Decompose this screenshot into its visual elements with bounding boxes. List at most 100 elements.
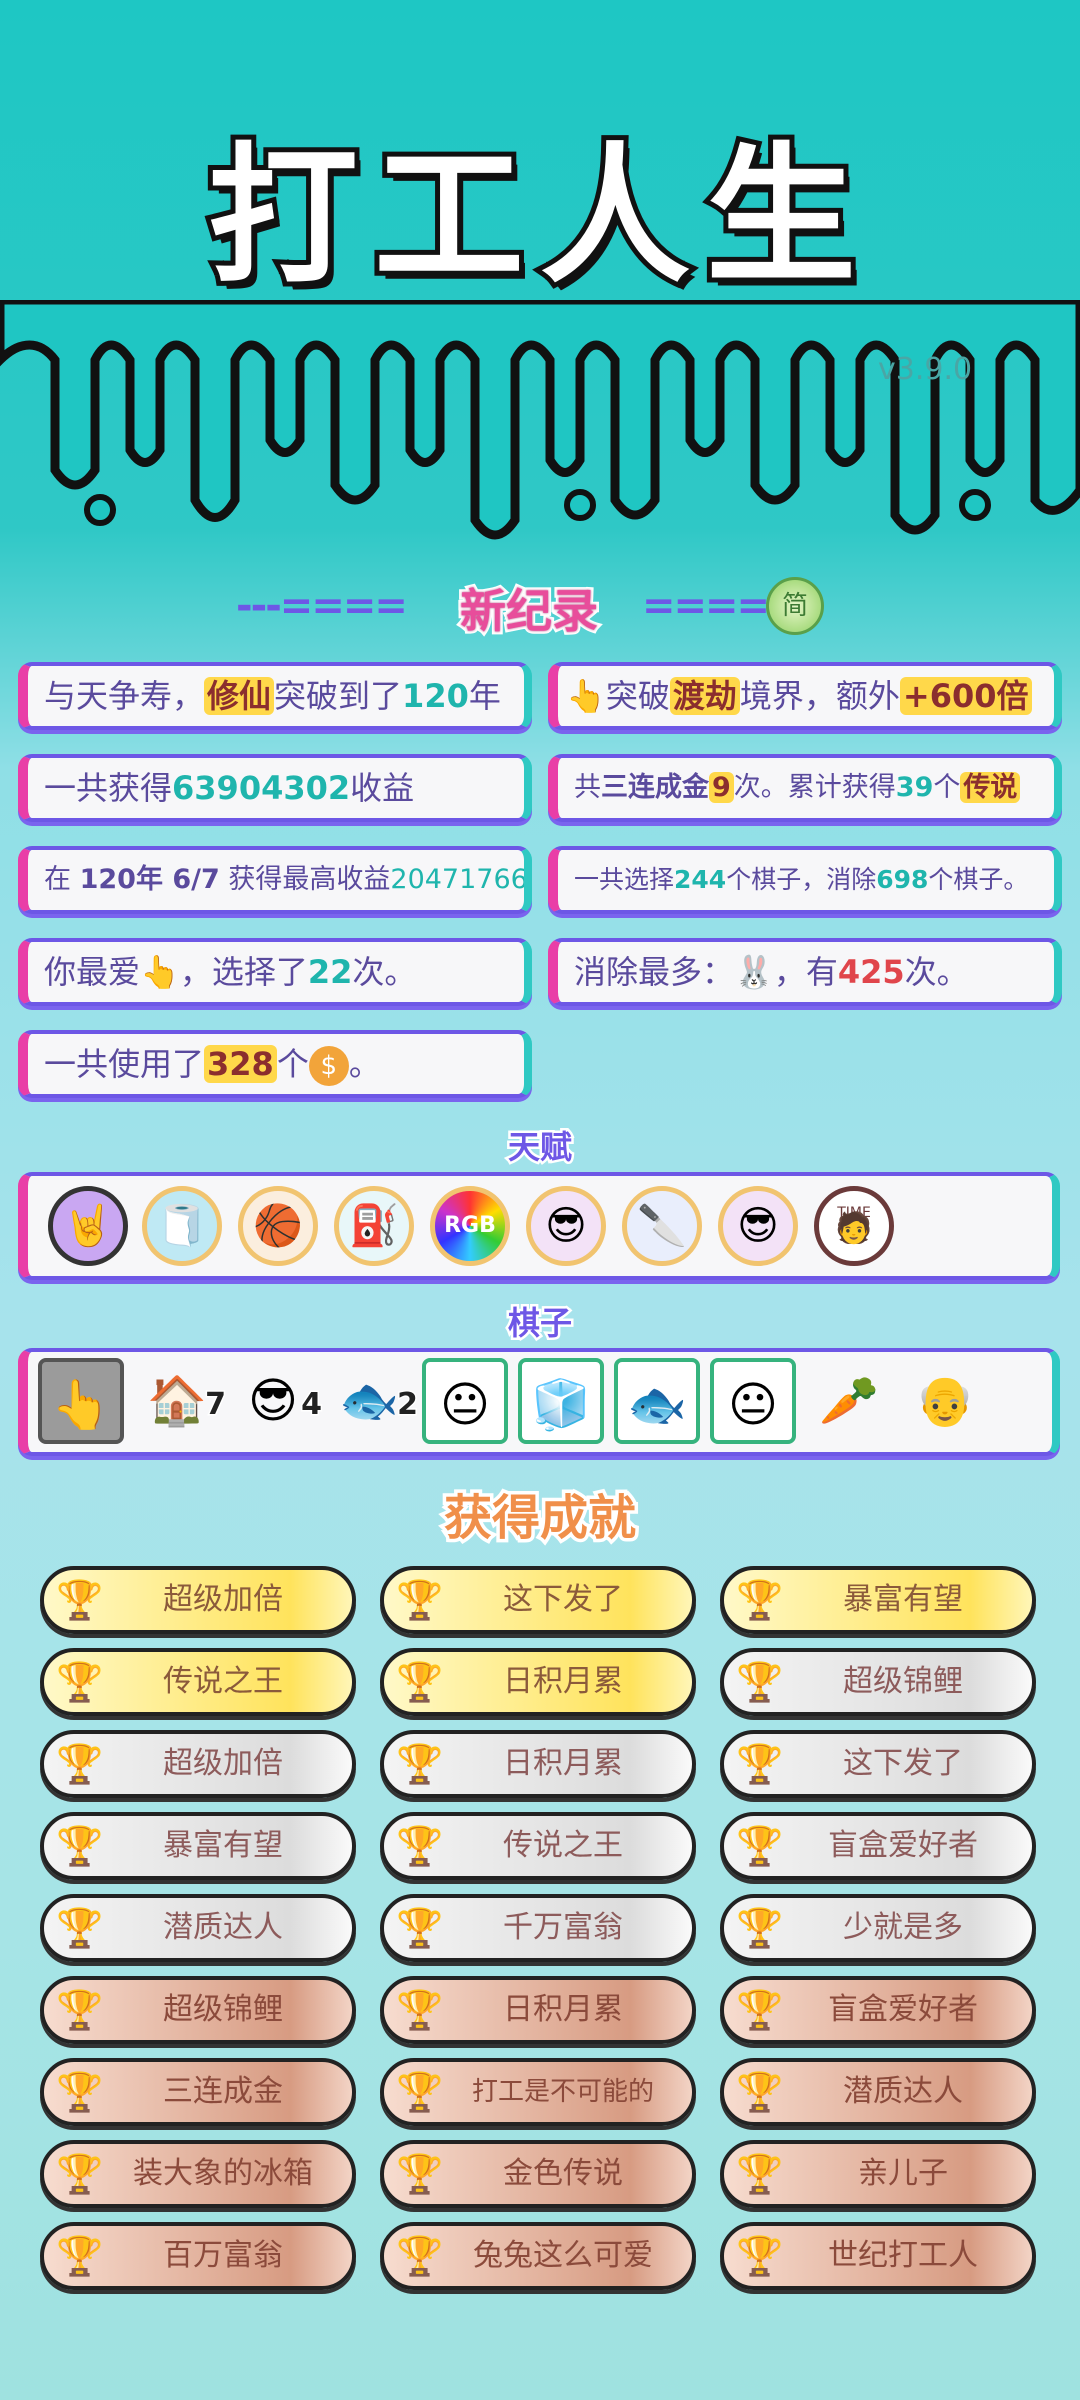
record-value: 20471766 [390, 864, 528, 895]
achievement-label: 三连成金 [163, 2074, 283, 2109]
achievement-badge[interactable]: 🏆 超级加倍 [40, 1566, 356, 1634]
achievement-badge[interactable]: 🏆 金色传说 [380, 2140, 696, 2208]
carrot-icon[interactable]: 🥕 [806, 1358, 892, 1444]
trophy-icon: 🏆 [396, 1578, 444, 1622]
pointing-hand-icon: 👆 [566, 677, 606, 715]
record-text: 次。 [352, 953, 417, 991]
trophy-icon: 🏆 [396, 2070, 444, 2114]
record-highlight: 修仙 [204, 677, 275, 715]
achievement-badge[interactable]: 🏆 百万富翁 [40, 2222, 356, 2290]
record-text: 次。累计获得 [733, 772, 896, 803]
achievement-label: 少就是多 [843, 1910, 963, 1945]
achievement-badge[interactable]: 🏆 超级锦鲤 [720, 1648, 1036, 1716]
worker-face-icon[interactable]: 😐 [422, 1358, 508, 1444]
achievement-badge[interactable]: 🏆 日积月累 [380, 1730, 696, 1798]
achievement-badge[interactable]: 🏆 潜质达人 [720, 2058, 1036, 2126]
record-text: 在 [44, 864, 80, 895]
simplified-toggle-button[interactable]: 简 [766, 577, 824, 635]
record-text: 消除最多： [574, 953, 735, 991]
game-title: 打工人生 [203, 125, 872, 309]
trophy-icon: 🏆 [56, 1660, 104, 1704]
achievement-label: 日积月累 [503, 1664, 623, 1699]
achievement-label: 暴富有望 [163, 1828, 283, 1863]
worker-face-icon[interactable]: 😐 [710, 1358, 796, 1444]
achievement-label: 日积月累 [503, 1746, 623, 1781]
record-value: 244 [674, 865, 727, 894]
record-card-highest-income: 在 120年 6/7 获得最高收益20471766 [18, 846, 532, 914]
achievement-badge[interactable]: 🏆 盲盒爱好者 [720, 1976, 1036, 2044]
achievements-title: 获得成就 [440, 1487, 639, 1550]
trophy-icon: 🏆 [736, 2070, 784, 2114]
achievement-badge[interactable]: 🏆 少就是多 [720, 1894, 1036, 1962]
trophy-icon: 🏆 [56, 1824, 104, 1868]
achievement-badge[interactable]: 🏆 潜质达人 [40, 1894, 356, 1962]
achievement-badge[interactable]: 🏆 传说之王 [380, 1812, 696, 1880]
trophy-icon: 🏆 [56, 1906, 104, 1950]
achievement-label: 日积月累 [503, 1992, 623, 2027]
time-magazine-icon[interactable]: TIME 🧑 [814, 1186, 894, 1266]
achievement-badge[interactable]: 🏆 日积月累 [380, 1976, 696, 2044]
achievement-badge[interactable]: 🏆 装大象的冰箱 [40, 2140, 356, 2208]
trophy-icon: 🏆 [396, 1906, 444, 1950]
achievement-label: 兔兔这么可爱 [473, 2238, 653, 2273]
achievement-badge[interactable]: 🏆 亲儿子 [720, 2140, 1036, 2208]
koi-fish-icon[interactable]: 🐟 [614, 1358, 700, 1444]
koi-fish-icon[interactable]: 🐟 2 [326, 1358, 419, 1444]
achievement-badge[interactable]: 🏆 日积月累 [380, 1648, 696, 1716]
achievement-label: 这下发了 [503, 1582, 623, 1617]
trophy-icon: 🏆 [396, 2152, 444, 2196]
achievement-badge[interactable]: 🏆 暴富有望 [720, 1566, 1036, 1634]
record-value: 328 [204, 1045, 277, 1083]
achievement-badge[interactable]: 🏆 世纪打工人 [720, 2222, 1036, 2290]
sunglasses-cat-icon[interactable]: 😎 [718, 1186, 798, 1266]
tissue-box-icon[interactable]: 🧻 [142, 1186, 222, 1266]
record-highlight: +600倍 [899, 677, 1032, 715]
achievement-badge[interactable]: 🏆 暴富有望 [40, 1812, 356, 1880]
achievement-label: 超级锦鲤 [843, 1664, 963, 1699]
achievement-badge[interactable]: 🏆 千万富翁 [380, 1894, 696, 1962]
trophy-icon: 🏆 [736, 2234, 784, 2278]
achievement-badge[interactable]: 🏆 这下发了 [720, 1730, 1036, 1798]
record-value: 63904302 [172, 769, 351, 807]
achievement-badge[interactable]: 🏆 超级加倍 [40, 1730, 356, 1798]
achievement-badge[interactable]: 🏆 超级锦鲤 [40, 1976, 356, 2044]
record-text: 一共获得 [44, 769, 173, 807]
pointing-hand-icon[interactable]: 👆 [38, 1358, 124, 1444]
record-card-pieces: 一共选择244个棋子，消除698个棋子。 [548, 846, 1062, 914]
basketball-icon[interactable]: 🏀 [238, 1186, 318, 1266]
version-label: v3.9.0 [878, 352, 973, 387]
rabbit-house-icon[interactable]: 🏠 7 [134, 1358, 227, 1444]
old-man-icon[interactable]: 👴 [902, 1358, 988, 1444]
achievement-label: 传说之王 [503, 1828, 623, 1863]
trophy-icon: 🏆 [396, 1988, 444, 2032]
trophy-icon: 🏆 [736, 1578, 784, 1622]
achievement-label: 潜质达人 [843, 2074, 963, 2109]
achievement-badge[interactable]: 🏆 兔兔这么可爱 [380, 2222, 696, 2290]
achievement-badge[interactable]: 🏆 传说之王 [40, 1648, 356, 1716]
record-text: 突破到了 [274, 677, 403, 715]
achievement-badge[interactable]: 🏆 打工是不可能的 [380, 2058, 696, 2126]
record-value: 22 [307, 953, 353, 991]
pump-icon[interactable]: ⛽ [334, 1186, 414, 1266]
talents-label: 天赋 [505, 1126, 574, 1169]
trophy-icon: 🏆 [56, 1742, 104, 1786]
record-card-triple-gold: 共三连成金 9 次。累计获得39个 传说 [548, 754, 1062, 822]
fridge-icon[interactable]: 🧊 [518, 1358, 604, 1444]
rgb-icon[interactable]: RGB [430, 1186, 510, 1266]
pieces-shelf: 👆 🏠 7 😎 4 🐟 2 😐 🧊 🐟 😐 🥕 👴 [18, 1348, 1060, 1456]
achievement-label: 潜质达人 [163, 1910, 283, 1945]
trophy-icon: 🏆 [396, 1824, 444, 1868]
trophy-icon: 🏆 [56, 1988, 104, 2032]
green-cap-guy-icon[interactable]: 😎 4 [230, 1358, 324, 1444]
achievement-label: 装大象的冰箱 [133, 2156, 313, 2191]
achievement-badge[interactable]: 🏆 三连成金 [40, 2058, 356, 2126]
achievement-badge[interactable]: 🏆 这下发了 [380, 1566, 696, 1634]
record-text: 突破 [605, 677, 670, 715]
achievement-badge[interactable]: 🏆 盲盒爱好者 [720, 1812, 1036, 1880]
achievement-label: 百万富翁 [163, 2238, 283, 2273]
sunglasses-cat-icon[interactable]: 😎 [526, 1186, 606, 1266]
cleaver-icon[interactable]: 🔪 [622, 1186, 702, 1266]
rock-hand-icon[interactable]: 🤘 [48, 1186, 128, 1266]
record-text: 一共使用了 [44, 1045, 205, 1083]
achievement-label: 千万富翁 [503, 1910, 623, 1945]
